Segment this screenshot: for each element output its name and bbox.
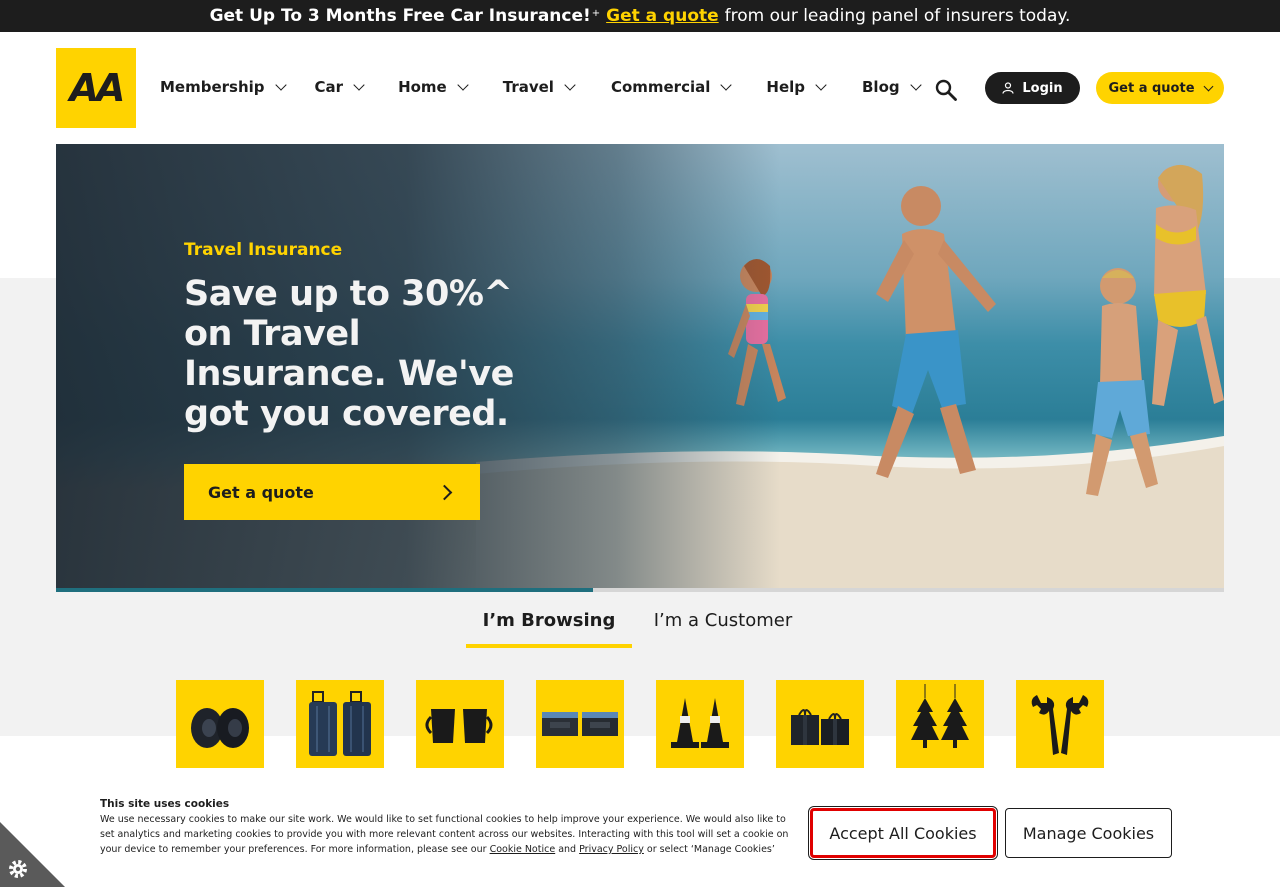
nav-help[interactable]: Help xyxy=(766,78,827,96)
tile-spanners[interactable] xyxy=(1016,680,1104,768)
nav-blog[interactable]: Blog xyxy=(862,78,922,96)
hero-title: Save up to 30%^ on Travel Insurance. We'… xyxy=(184,274,514,434)
tab-customer[interactable]: I’m a Customer xyxy=(632,604,814,648)
cookie-title: This site uses cookies xyxy=(100,798,230,810)
nav-label: Travel xyxy=(502,78,554,96)
storage-boxes-icon xyxy=(542,712,618,736)
login-label: Login xyxy=(1022,80,1063,96)
aa-logo[interactable]: AA xyxy=(56,48,136,128)
hero-cta-label: Get a quote xyxy=(208,482,314,502)
promo-tail: from our leading panel of insurers today… xyxy=(724,6,1071,26)
tile-gift-boxes[interactable] xyxy=(776,680,864,768)
chevron-down-icon xyxy=(1203,81,1213,91)
nav-membership[interactable]: Membership xyxy=(160,78,287,96)
nav-car[interactable]: Car xyxy=(314,78,365,96)
header-quote-label: Get a quote xyxy=(1108,80,1195,96)
nav-travel[interactable]: Travel xyxy=(502,78,576,96)
header-get-quote-button[interactable]: Get a quote xyxy=(1096,72,1224,104)
chevron-down-icon xyxy=(564,78,576,91)
carousel-progress-fill xyxy=(56,588,594,592)
privacy-policy-link[interactable]: Privacy Policy xyxy=(579,844,644,855)
nav-label: Help xyxy=(766,78,805,96)
cookie-tail: or select ‘Manage Cookies’ xyxy=(646,844,775,855)
user-icon xyxy=(1002,82,1014,94)
nav-label: Blog xyxy=(862,78,900,96)
suitcases-icon xyxy=(309,691,371,756)
cookie-text: This site uses cookies We use necessary … xyxy=(100,797,792,857)
tile-suitcases[interactable] xyxy=(296,680,384,768)
promo-quote-link[interactable]: Get a quote xyxy=(606,6,719,26)
carousel-progress xyxy=(56,588,1224,592)
hero-banner: Travel Insurance Save up to 30%^ on Trav… xyxy=(56,144,1224,588)
cookie-settings-icon[interactable] xyxy=(0,822,65,887)
promo-headline: Get Up To 3 Months Free Car Insurance! xyxy=(209,6,591,26)
accept-all-cookies-button[interactable]: Accept All Cookies xyxy=(808,806,998,860)
manage-cookies-button[interactable]: Manage Cookies xyxy=(1005,808,1172,858)
main-nav: Membership Car Home Travel Commercial He… xyxy=(160,78,922,96)
nav-label: Membership xyxy=(160,78,265,96)
cookie-notice-link[interactable]: Cookie Notice xyxy=(490,844,556,855)
tile-air-fresheners[interactable] xyxy=(896,680,984,768)
site-header: AA Membership Car Home Travel Commercial… xyxy=(0,32,1280,144)
mugs-icon xyxy=(425,709,493,743)
chevron-down-icon xyxy=(274,78,287,91)
hero-get-quote-button[interactable]: Get a quote xyxy=(184,464,480,520)
tile-tyres[interactable] xyxy=(176,680,264,768)
nav-home[interactable]: Home xyxy=(398,78,469,96)
chevron-right-icon xyxy=(436,484,453,500)
traffic-cones-icon xyxy=(671,698,729,748)
nav-label: Home xyxy=(398,78,447,96)
nav-label: Commercial xyxy=(610,78,711,96)
air-fresheners-icon xyxy=(911,684,969,748)
tab-browsing[interactable]: I’m Browsing xyxy=(466,604,632,648)
login-button[interactable]: Login xyxy=(985,72,1080,104)
nav-label: Car xyxy=(314,78,344,96)
chevron-down-icon xyxy=(457,78,469,91)
tile-mugs[interactable] xyxy=(416,680,504,768)
nav-commercial[interactable]: Commercial xyxy=(610,78,733,96)
chevron-down-icon xyxy=(815,78,827,91)
gift-boxes-icon xyxy=(791,709,849,745)
tile-traffic-cones[interactable] xyxy=(656,680,744,768)
product-tiles xyxy=(176,680,1136,768)
promo-footnote-mark: + xyxy=(591,7,601,19)
spanners-icon xyxy=(1031,695,1089,755)
chevron-down-icon xyxy=(353,78,365,91)
promo-bar: Get Up To 3 Months Free Car Insurance! + G… xyxy=(0,0,1280,32)
hero-eyebrow: Travel Insurance xyxy=(184,240,343,260)
audience-tabs: I’m Browsing I’m a Customer xyxy=(466,604,814,648)
chevron-down-icon xyxy=(909,78,922,91)
hero-content: Travel Insurance Save up to 30%^ on Trav… xyxy=(184,240,564,434)
tyres-icon xyxy=(191,708,249,748)
search-icon[interactable] xyxy=(934,78,958,102)
tile-storage-boxes[interactable] xyxy=(536,680,624,768)
cookie-and: and xyxy=(558,844,577,855)
chevron-down-icon xyxy=(720,78,733,91)
